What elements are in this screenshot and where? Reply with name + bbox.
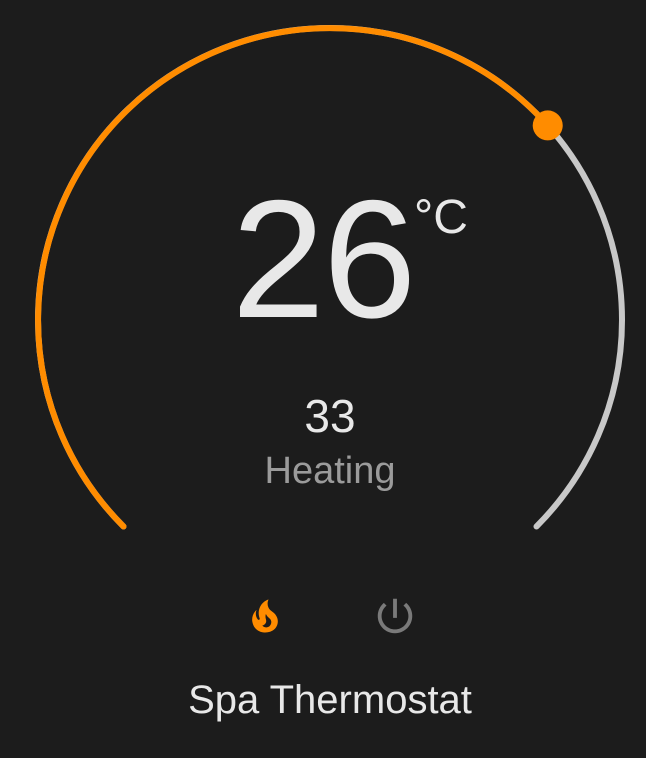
heat-mode-button[interactable] [237, 588, 293, 644]
off-mode-button[interactable] [367, 588, 423, 644]
thermostat-card: 26 °C 33 Heating Spa Thermostat [0, 0, 646, 758]
hvac-action: Heating [264, 450, 396, 492]
dial-handle[interactable] [532, 110, 563, 141]
thermostat-name: Spa Thermostat [188, 678, 472, 722]
temperature-unit: °C [414, 191, 468, 244]
target-temperature: 26 [231, 165, 417, 353]
current-temperature: 33 [304, 390, 356, 442]
power-icon [377, 598, 413, 634]
fire-icon [252, 599, 278, 633]
